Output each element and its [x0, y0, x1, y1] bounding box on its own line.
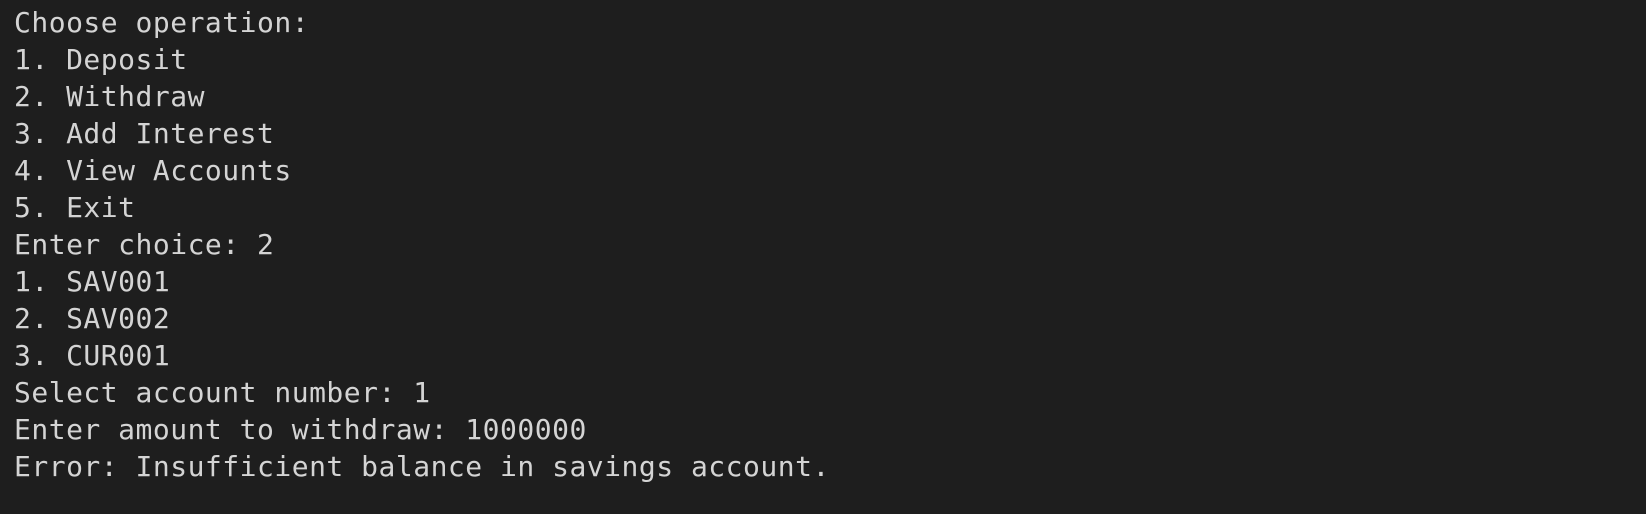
menu-option-exit: 5. Exit — [14, 191, 136, 224]
menu-prompt-line: Choose operation: — [14, 6, 310, 39]
account-option-sav001: 1. SAV001 — [14, 265, 171, 298]
terminal-output: Choose operation: 1. Deposit 2. Withdraw… — [0, 0, 1646, 514]
account-select-line: Select account number: 1 — [14, 376, 431, 409]
menu-option-view-accounts: 4. View Accounts — [14, 154, 292, 187]
menu-option-add-interest: 3. Add Interest — [14, 117, 275, 150]
menu-option-deposit: 1. Deposit — [14, 43, 188, 76]
menu-option-withdraw: 2. Withdraw — [14, 80, 205, 113]
account-option-sav002: 2. SAV002 — [14, 302, 171, 335]
choice-input-line: Enter choice: 2 — [14, 228, 275, 261]
error-message-line: Error: Insufficient balance in savings a… — [14, 450, 830, 483]
account-option-cur001: 3. CUR001 — [14, 339, 171, 372]
withdraw-amount-line: Enter amount to withdraw: 1000000 — [14, 413, 587, 446]
